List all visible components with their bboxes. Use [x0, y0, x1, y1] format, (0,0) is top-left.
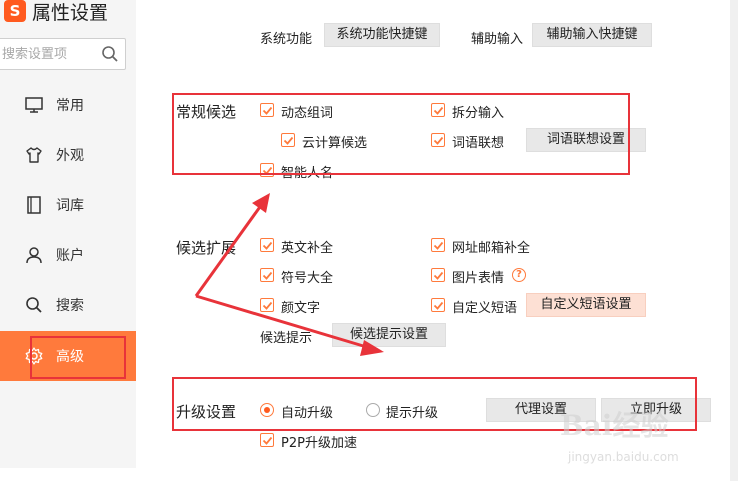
kaomoji-label: 颜文字: [281, 301, 321, 316]
sidebar: S 属性设置 常用 外观 词库 账户: [0, 0, 136, 481]
image-emoji-label: 图片表情: [452, 271, 505, 286]
symbols-label: 符号大全: [281, 271, 334, 286]
annotation-box-advanced: [30, 336, 126, 379]
url-email-completion-label: 网址邮箱补全: [452, 241, 531, 256]
watermark-logo: Bai经验: [560, 409, 669, 442]
scrollbar[interactable]: [730, 0, 738, 481]
help-icon[interactable]: ?: [512, 268, 526, 282]
candidate-hint-settings-button[interactable]: 候选提示设置: [332, 323, 446, 347]
custom-phrase-checkbox[interactable]: [431, 298, 445, 312]
custom-phrase-settings-button[interactable]: 自定义短语设置: [526, 293, 646, 317]
sidebar-item-label: 账户: [56, 248, 84, 264]
book-icon: [27, 196, 41, 214]
english-completion-checkbox[interactable]: [260, 238, 274, 252]
monitor-icon: [25, 97, 43, 113]
window-title: 属性设置: [32, 2, 109, 24]
p2p-acceleration-label: P2P升级加速: [281, 436, 357, 451]
url-email-completion-checkbox[interactable]: [431, 238, 445, 252]
symbols-checkbox[interactable]: [260, 268, 274, 282]
sidebar-item-label: 外观: [56, 148, 84, 164]
sidebar-item-label: 词库: [56, 198, 84, 214]
system-function-label: 系统功能: [260, 32, 313, 47]
sidebar-item-label: 搜索: [56, 298, 84, 314]
custom-phrase-label: 自定义短语: [452, 301, 518, 316]
image-emoji-checkbox[interactable]: [431, 268, 445, 282]
english-completion-label: 英文补全: [281, 241, 334, 256]
search-input[interactable]: [0, 39, 95, 69]
search-icon: [26, 297, 42, 313]
sogou-logo: S: [4, 0, 26, 22]
system-shortcut-button[interactable]: 系统功能快捷键: [324, 23, 440, 47]
sidebar-item-search[interactable]: 搜索: [0, 280, 136, 330]
candidate-hint-label: 候选提示: [260, 331, 313, 346]
sidebar-item-common[interactable]: 常用: [0, 80, 136, 130]
sidebar-item-label: 常用: [56, 98, 84, 114]
settings-search[interactable]: [0, 38, 126, 70]
shirt-icon: [26, 147, 42, 163]
sidebar-item-lexicon[interactable]: 词库: [0, 180, 136, 230]
assist-input-label: 辅助输入: [471, 32, 524, 47]
search-icon[interactable]: [101, 45, 119, 63]
sidebar-item-appearance[interactable]: 外观: [0, 130, 136, 180]
sidebar-item-account[interactable]: 账户: [0, 230, 136, 280]
kaomoji-checkbox[interactable]: [260, 298, 274, 312]
candidate-extension-title: 候选扩展: [176, 239, 237, 257]
annotation-box-regular: [172, 93, 630, 175]
p2p-acceleration-checkbox[interactable]: [260, 433, 274, 447]
assist-shortcut-button[interactable]: 辅助输入快捷键: [532, 23, 652, 47]
watermark-url: jingyan.baidu.com: [568, 450, 679, 464]
sidebar-footer: [0, 468, 136, 481]
user-icon: [26, 247, 42, 264]
